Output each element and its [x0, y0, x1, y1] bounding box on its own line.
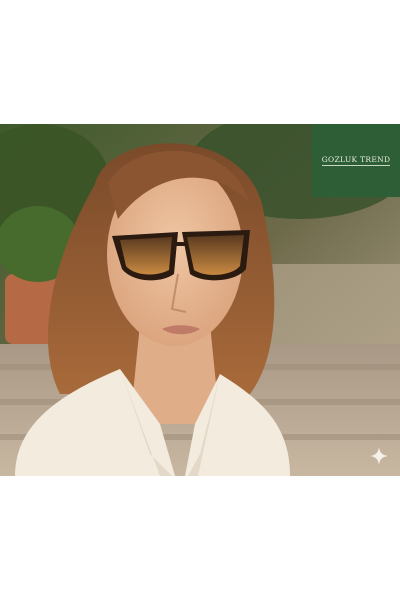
- brand-logo-box: GOZLUK TREND: [312, 124, 400, 197]
- sparkle-icon: [369, 446, 389, 466]
- brand-logo-text: GOZLUK TREND: [321, 155, 391, 166]
